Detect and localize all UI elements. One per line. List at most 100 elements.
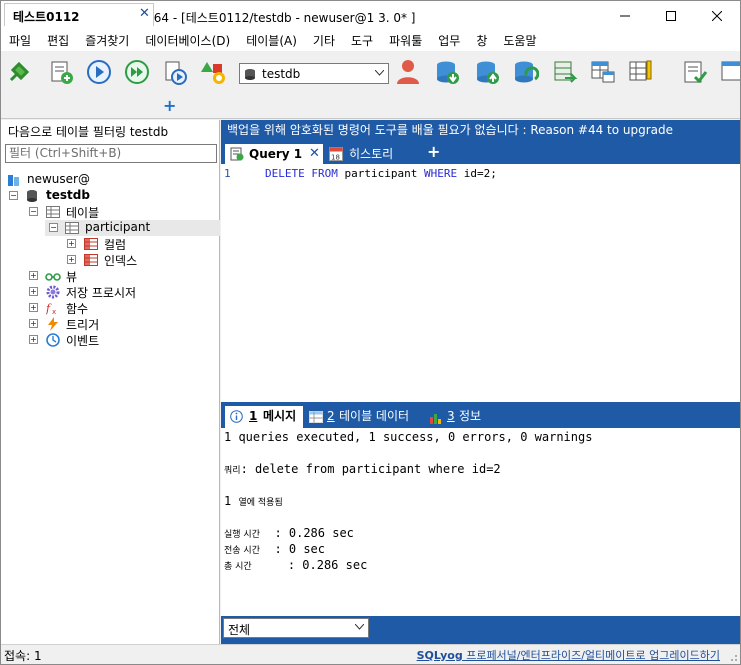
collapse-icon[interactable]: − <box>49 223 58 232</box>
total-time-line: 총 시간 : 0.286 sec <box>224 558 367 572</box>
execute-explain-icon[interactable] <box>161 58 189 86</box>
tree-table-participant[interactable]: − participant <box>45 220 220 236</box>
menu-window[interactable]: 창 <box>468 31 495 51</box>
affected-rows-line: 1 열에 적용됨 <box>224 494 283 508</box>
menu-file[interactable]: 파일 <box>1 31 39 51</box>
query-editor-icon <box>230 147 244 161</box>
new-connection-icon[interactable] <box>5 58 33 86</box>
table-diagnostics-icon[interactable] <box>627 58 655 86</box>
menu-tools[interactable]: 도구 <box>343 31 381 51</box>
collapse-icon[interactable]: − <box>9 191 18 200</box>
connection-count: 접속: 1 <box>4 649 42 663</box>
menu-favorites[interactable]: 즐겨찾기 <box>77 31 137 51</box>
execution-time-label: 실행 시간 <box>224 530 260 540</box>
expand-icon[interactable]: + <box>67 255 76 264</box>
query-area: 백업을 위해 암호화된 명령어 도구를 배울 필요가 없습니다 : Reason… <box>221 120 740 644</box>
expand-icon[interactable]: + <box>29 335 38 344</box>
events-label: 이벤트 <box>66 334 100 348</box>
new-query-icon[interactable] <box>47 58 75 86</box>
function-fx-icon: fx <box>46 302 56 315</box>
sqlyog-window: SQLyog Community 64 - [테스트0112/testdb - … <box>0 0 741 665</box>
menu-database[interactable]: 데이터베이스(D) <box>137 31 238 51</box>
table-tool-icon[interactable] <box>719 58 741 86</box>
schema-shapes-icon[interactable] <box>199 58 227 86</box>
expand-icon[interactable]: + <box>29 287 38 296</box>
keyword-where: WHERE <box>423 167 458 180</box>
expand-icon[interactable]: + <box>29 319 38 328</box>
database-selector[interactable]: testdb <box>239 63 389 84</box>
database-icon <box>245 69 255 80</box>
user-manager-icon[interactable] <box>393 56 423 86</box>
maximize-button[interactable] <box>648 1 694 31</box>
collapse-icon[interactable]: − <box>29 207 38 216</box>
add-query-tab-icon[interactable]: + <box>427 142 440 161</box>
sql-statement: DELETE FROM participant WHERE id=2; <box>265 167 497 180</box>
restore-database-icon[interactable] <box>473 58 501 86</box>
menu-transaction[interactable]: 업무 <box>430 31 468 51</box>
tab-table-data-number: 2 <box>327 409 335 423</box>
database-label: testdb <box>46 188 90 202</box>
tab-info-number: 3 <box>447 409 455 423</box>
tab-table-data[interactable]: 2 테이블 데이터 <box>307 406 415 428</box>
close-button[interactable] <box>694 1 740 31</box>
execution-summary: 1 queries executed, 1 success, 0 errors,… <box>224 430 593 444</box>
menu-edit[interactable]: 편집 <box>39 31 77 51</box>
views-glasses-icon <box>45 273 61 281</box>
expand-icon[interactable]: + <box>67 239 76 248</box>
menu-others[interactable]: 기타 <box>305 31 343 51</box>
table-icon <box>65 222 79 234</box>
connection-tab[interactable]: 테스트0112 ✕ <box>4 3 154 26</box>
menu-powertools[interactable]: 파워툴 <box>381 31 430 51</box>
menu-help[interactable]: 도움말 <box>495 31 544 51</box>
tab-table-data-label: 테이블 데이터 <box>339 409 410 423</box>
minimize-icon <box>620 15 630 17</box>
check-report-icon[interactable] <box>681 58 709 86</box>
tab-messages[interactable]: 1 메시지 <box>225 406 303 428</box>
line-number: 1 <box>224 167 231 180</box>
indexes-icon <box>84 254 98 266</box>
table-schema-icon[interactable] <box>589 58 617 86</box>
sql-editor[interactable]: 1 DELETE FROM participant WHERE id=2; <box>221 164 740 402</box>
import-data-icon[interactable] <box>551 58 579 86</box>
table-folder-icon <box>46 206 60 218</box>
result-scope-dropdown[interactable]: 전체 <box>223 618 369 638</box>
keyword-delete: DELETE <box>265 167 305 180</box>
table-label: participant <box>85 220 151 234</box>
info-icon <box>230 410 243 423</box>
minimize-button[interactable] <box>602 1 648 31</box>
keyword-from: FROM <box>311 167 338 180</box>
database-icon <box>27 190 37 202</box>
chevron-down-icon <box>375 70 384 76</box>
tab-info[interactable]: 3 정보 <box>427 406 497 428</box>
expand-icon[interactable]: + <box>29 271 38 280</box>
query-tab[interactable]: Query 1 ✕ <box>225 144 323 164</box>
expand-icon[interactable]: + <box>29 303 38 312</box>
menu-table[interactable]: 테이블(A) <box>238 31 305 51</box>
calendar-icon: 18 <box>329 147 343 162</box>
upgrade-banner[interactable]: 백업을 위해 암호화된 명령어 도구를 배울 필요가 없습니다 : Reason… <box>221 120 740 142</box>
stored-procedure-gear-icon <box>46 285 60 299</box>
object-browser: 다음으로 테이블 필터링 testdb 필터 (Ctrl+Shift+B) ne… <box>1 120 220 644</box>
resize-grip-icon[interactable] <box>728 652 738 662</box>
execute-query-icon[interactable] <box>85 58 113 86</box>
close-query-tab-icon[interactable]: ✕ <box>309 146 320 161</box>
svg-text:18: 18 <box>331 154 340 162</box>
info-bar-chart-icon <box>430 414 441 424</box>
upgrade-link[interactable]: SQLyog 프로페서널/엔터프라이즈/얼티메이트로 업그레이드하기 <box>417 647 720 663</box>
add-connection-tab-icon[interactable]: + <box>163 96 176 115</box>
functions-label: 함수 <box>66 302 89 316</box>
close-icon <box>712 11 722 21</box>
trigger-lightning-icon <box>48 317 58 331</box>
tab-messages-label: 메시지 <box>263 409 297 423</box>
columns-label: 컬럼 <box>104 238 127 252</box>
tab-info-label: 정보 <box>459 409 482 423</box>
transfer-time-value: : 0 sec <box>274 542 326 556</box>
tables-folder-label: 테이블 <box>66 206 100 220</box>
execute-all-icon[interactable] <box>123 58 151 86</box>
chevron-down-icon <box>355 624 364 630</box>
close-connection-tab-icon[interactable]: ✕ <box>139 6 150 21</box>
backup-database-icon[interactable] <box>433 58 461 86</box>
sync-database-icon[interactable] <box>511 58 539 86</box>
table-filter-input[interactable]: 필터 (Ctrl+Shift+B) <box>5 144 217 163</box>
table-name: participant <box>344 167 418 180</box>
